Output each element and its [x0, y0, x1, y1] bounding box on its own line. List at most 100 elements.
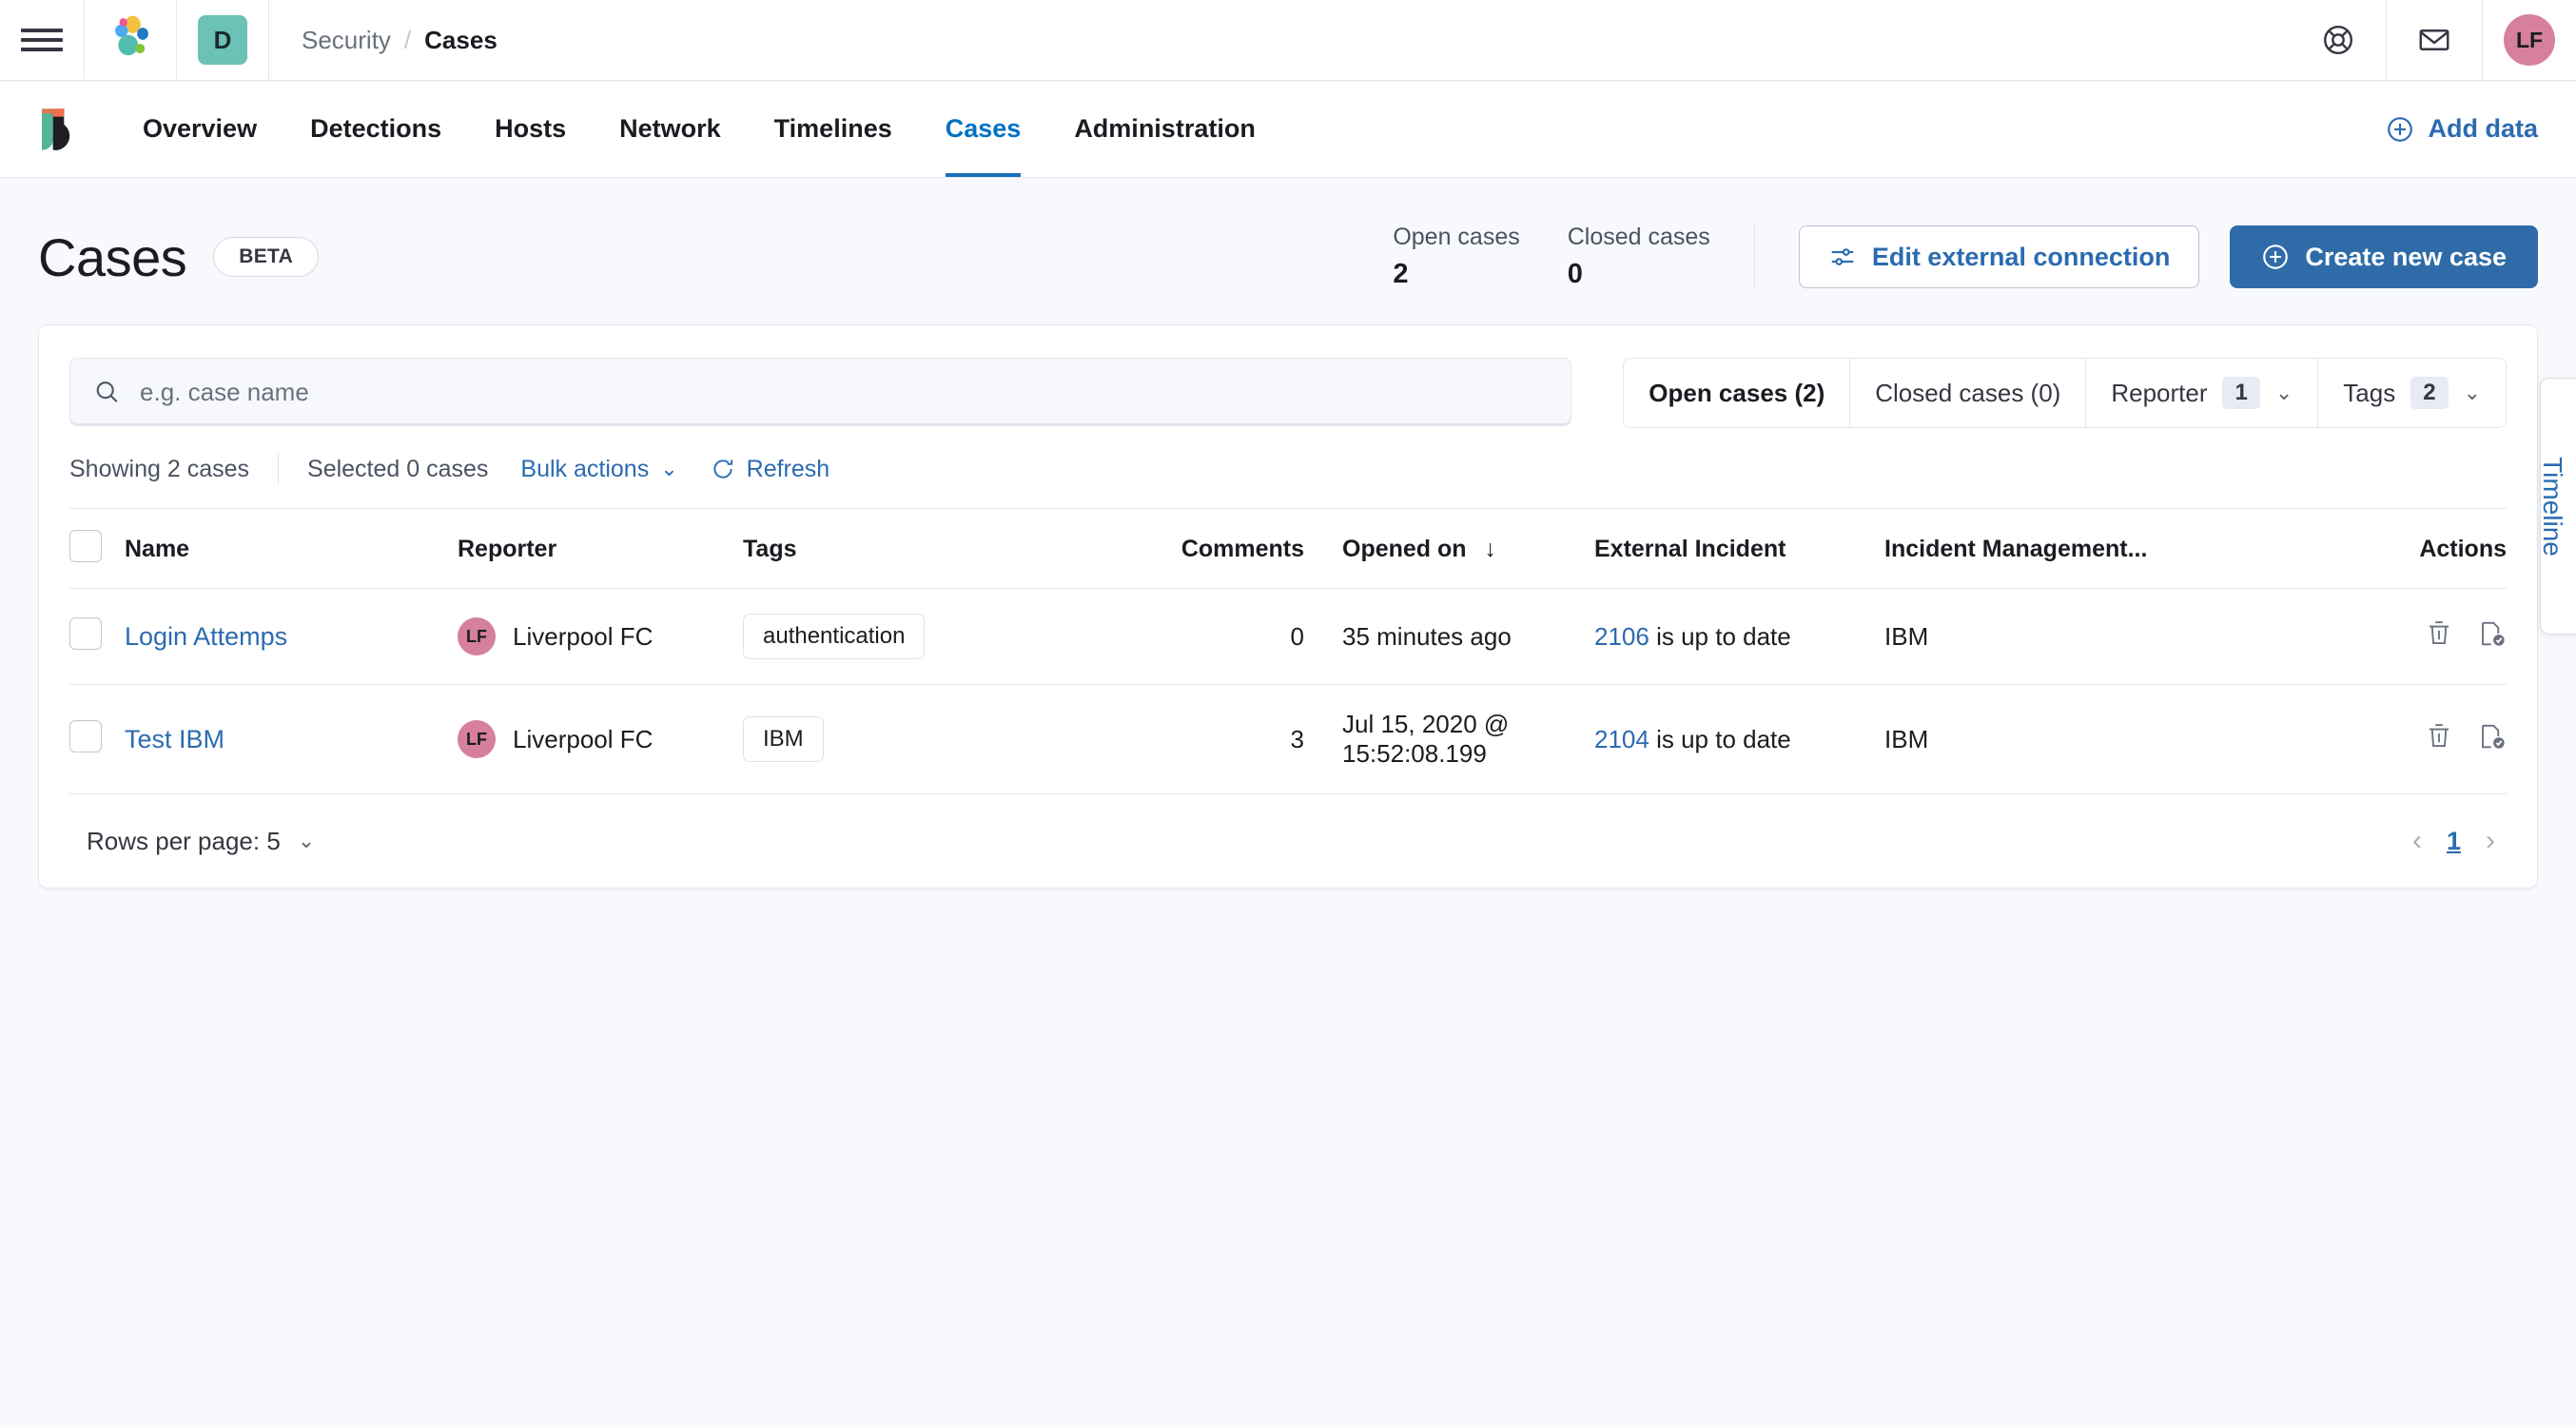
nav-item-overview[interactable]: Overview	[116, 81, 283, 177]
app-nav: Overview Detections Hosts Network Timeli…	[0, 81, 2576, 178]
bulk-actions-button[interactable]: Bulk actions ⌄	[520, 456, 677, 483]
row-checkbox[interactable]	[69, 616, 102, 650]
nav-item-timelines[interactable]: Timelines	[748, 81, 919, 177]
tag-badge[interactable]: authentication	[743, 614, 926, 659]
case-name-link[interactable]: Test IBM	[125, 725, 224, 753]
table-row[interactable]: Test IBM LF Liverpool FC IBM 3 Jul 15, 2…	[69, 684, 2507, 794]
pagination: ‹ 1 ›	[2412, 825, 2507, 857]
page-number-1[interactable]: 1	[2447, 827, 2461, 856]
column-header-comments[interactable]: Comments	[1171, 508, 1304, 589]
elastic-home-link[interactable]	[85, 0, 177, 80]
nav-item-administration[interactable]: Administration	[1047, 81, 1282, 177]
external-incident-status: is up to date	[1656, 724, 1791, 753]
select-all-header	[69, 508, 125, 589]
filter-closed-cases[interactable]: Closed cases (0)	[1850, 359, 2087, 427]
column-header-name[interactable]: Name	[125, 508, 458, 589]
filter-open-cases-label: Open cases (2)	[1649, 378, 1825, 407]
cell-opened-on: 35 minutes ago	[1304, 588, 1594, 685]
plus-circle-icon	[2388, 116, 2413, 142]
timeline-flyout-tab[interactable]: ‹ Timeline	[2538, 378, 2576, 635]
case-check-icon[interactable]	[2478, 722, 2507, 751]
filter-closed-cases-label: Closed cases (0)	[1875, 378, 2061, 407]
create-new-case-button[interactable]: Create new case	[2230, 225, 2538, 288]
stat-closed-cases-label: Closed cases	[1567, 224, 1710, 250]
search-box[interactable]	[69, 358, 1572, 426]
column-header-tags[interactable]: Tags	[743, 508, 1171, 589]
cell-incident-management: IBM	[1884, 588, 2265, 685]
refresh-button[interactable]: Refresh	[711, 455, 830, 483]
cell-name: Test IBM	[125, 684, 458, 794]
tag-badge[interactable]: IBM	[743, 716, 824, 762]
filter-tags-count: 2	[2410, 377, 2449, 409]
case-name-link[interactable]: Login Attemps	[125, 622, 287, 651]
cell-reporter: LF Liverpool FC	[458, 588, 743, 685]
filter-reporter-label: Reporter	[2111, 378, 2208, 407]
chevron-down-icon: ⌄	[297, 829, 316, 852]
chevron-down-icon: ⌄	[2274, 381, 2293, 404]
filter-reporter[interactable]: Reporter 1 ⌄	[2086, 359, 2319, 427]
life-ring-icon[interactable]	[2312, 13, 2365, 67]
cell-tags: IBM	[743, 684, 1171, 794]
column-header-reporter[interactable]: Reporter	[458, 508, 743, 589]
column-header-external-incident[interactable]: External Incident	[1594, 508, 1884, 589]
reporter-avatar: LF	[458, 720, 496, 758]
toolbar-divider	[278, 453, 280, 485]
chevron-right-icon[interactable]: ›	[2486, 825, 2495, 857]
hamburger-icon[interactable]	[21, 26, 63, 54]
edit-external-connection-button[interactable]: Edit external connection	[1798, 225, 2200, 288]
stat-closed-cases-value: 0	[1567, 259, 1583, 289]
column-header-opened-on-label: Opened on	[1342, 536, 1467, 562]
chevron-left-icon[interactable]: ‹	[2412, 825, 2422, 857]
reporter-name: Liverpool FC	[513, 621, 654, 651]
breadcrumb-separator: /	[403, 25, 412, 54]
cases-table-head: Name Reporter Tags Comments Opened on ↓ …	[69, 508, 2507, 589]
nav-item-detections[interactable]: Detections	[283, 81, 468, 177]
trash-icon[interactable]	[2425, 619, 2453, 648]
nav-item-hosts[interactable]: Hosts	[468, 81, 593, 177]
create-new-case-label: Create new case	[2305, 242, 2507, 271]
nav-item-cases[interactable]: Cases	[919, 81, 1048, 177]
row-select-cell	[69, 684, 125, 794]
search-input[interactable]	[140, 377, 1549, 407]
column-header-incident-management[interactable]: Incident Management...	[1884, 508, 2265, 589]
nav-item-network[interactable]: Network	[593, 81, 748, 177]
table-row[interactable]: Login Attemps LF Liverpool FC authentica…	[69, 588, 2507, 685]
case-check-icon[interactable]	[2478, 619, 2507, 648]
global-header: D Security / Cases LF	[0, 0, 2576, 84]
column-header-actions: Actions	[2265, 508, 2507, 589]
case-filter-group: Open cases (2) Closed cases (0) Reporter…	[1623, 358, 2507, 428]
filter-tags[interactable]: Tags 2 ⌄	[2318, 359, 2506, 427]
search-wrapper	[69, 358, 1572, 428]
user-menu-button[interactable]: LF	[2483, 0, 2576, 80]
cell-actions	[2265, 588, 2507, 685]
mail-icon[interactable]	[2408, 13, 2461, 67]
external-incident-link[interactable]: 2104	[1594, 725, 1649, 753]
cell-comments: 3	[1171, 684, 1304, 794]
space-switcher[interactable]: D	[177, 0, 269, 80]
filter-reporter-count: 1	[2222, 377, 2260, 409]
rows-per-page-button[interactable]: Rows per page: 5 ⌄	[87, 827, 315, 856]
row-checkbox[interactable]	[69, 719, 102, 753]
help-button[interactable]	[2291, 0, 2387, 80]
refresh-label: Refresh	[746, 455, 830, 482]
avatar: LF	[2504, 14, 2555, 66]
news-feed-button[interactable]	[2387, 0, 2483, 80]
filter-row: Open cases (2) Closed cases (0) Reporter…	[69, 325, 2507, 428]
search-icon	[96, 381, 118, 403]
nav-menu-button[interactable]	[0, 0, 85, 80]
timeline-label: Timeline	[2538, 456, 2567, 557]
reporter-name: Liverpool FC	[513, 724, 654, 753]
table-footer: Rows per page: 5 ⌄ ‹ 1 ›	[69, 794, 2507, 888]
column-header-opened-on[interactable]: Opened on ↓	[1304, 508, 1594, 589]
breadcrumb-item-security[interactable]: Security	[302, 26, 391, 55]
cell-incident-management: IBM	[1884, 684, 2265, 794]
cell-tags: authentication	[743, 588, 1171, 685]
breadcrumb-item-cases[interactable]: Cases	[424, 26, 498, 55]
external-incident-link[interactable]: 2106	[1594, 622, 1649, 651]
bulk-actions-label: Bulk actions	[520, 455, 650, 482]
add-data-button[interactable]: Add data	[2386, 114, 2538, 144]
trash-icon[interactable]	[2425, 722, 2453, 751]
select-all-checkbox[interactable]	[69, 530, 102, 562]
case-stats: Open cases 2 Closed cases 0	[1393, 224, 1755, 290]
filter-open-cases[interactable]: Open cases (2)	[1624, 359, 1851, 427]
